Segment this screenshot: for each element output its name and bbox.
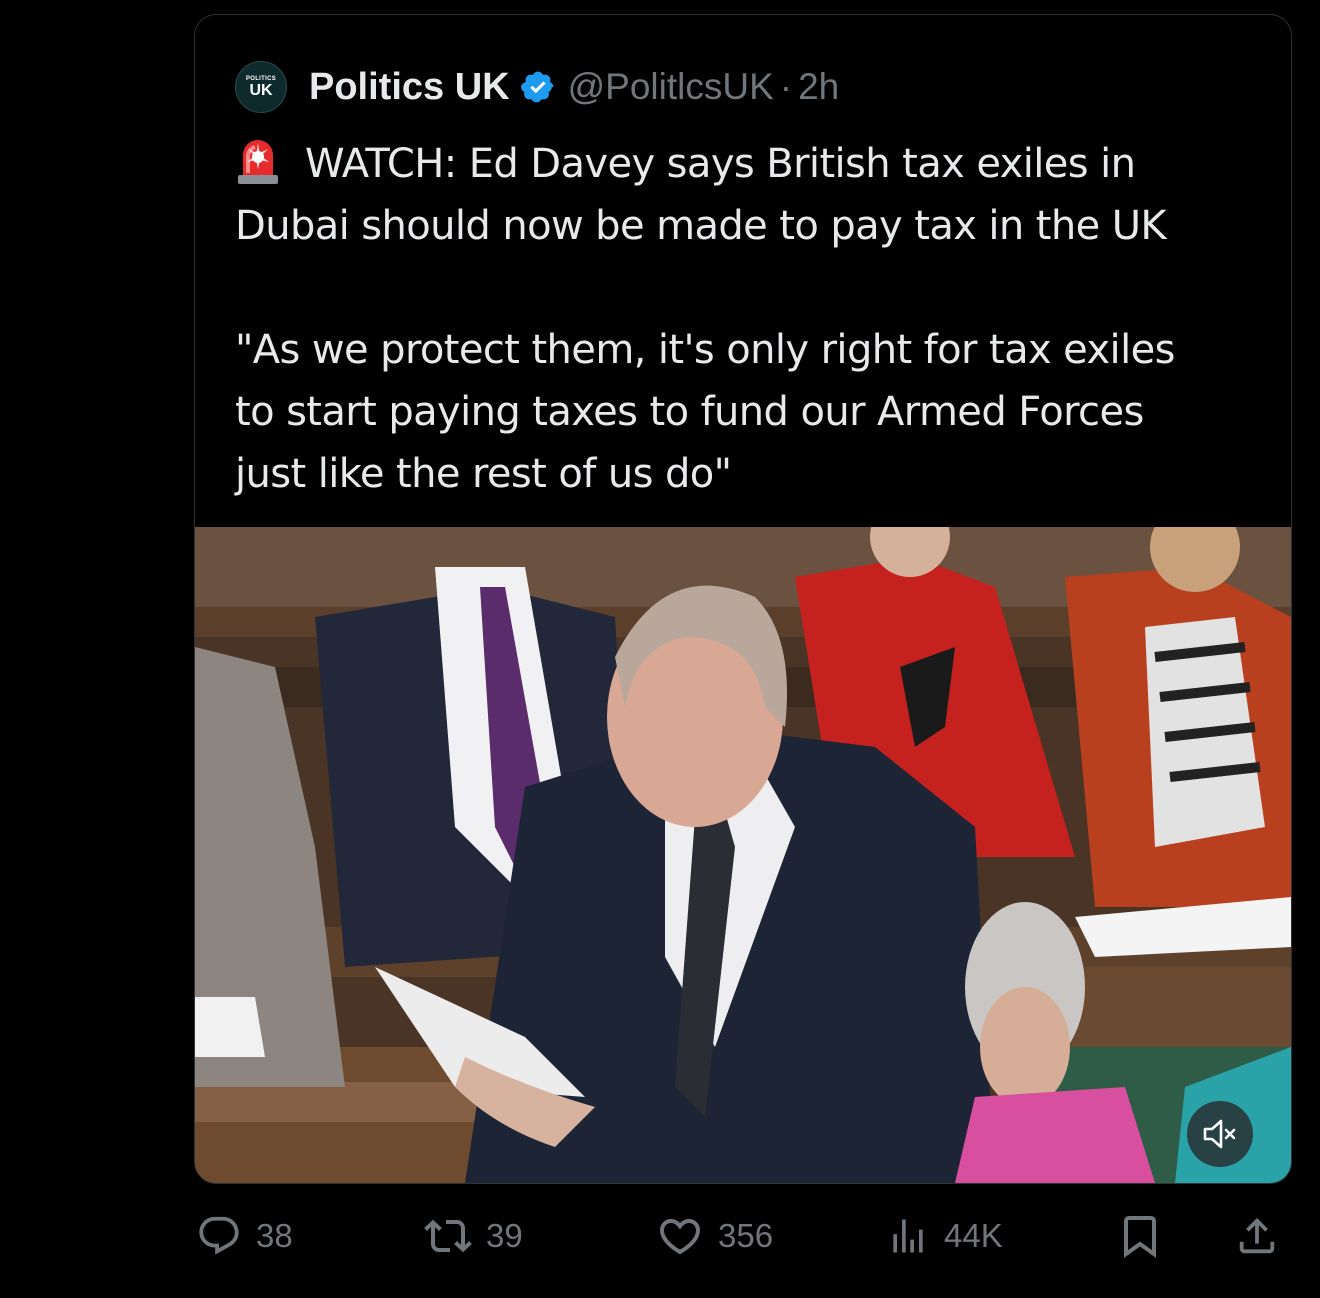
mute-toggle-button[interactable] bbox=[1187, 1101, 1253, 1167]
tweet-card[interactable]: POLITICS UK Politics UK @PolitlcsUK · 2h… bbox=[194, 14, 1292, 1184]
bookmark-icon bbox=[1124, 1216, 1156, 1258]
repost-icon bbox=[424, 1219, 472, 1253]
author-name[interactable]: Politics UK bbox=[309, 66, 510, 109]
views-count: 44K bbox=[944, 1217, 1003, 1254]
tweet-text: WATCH: Ed Davey says British tax exiles … bbox=[235, 133, 1265, 505]
verified-badge-icon bbox=[520, 69, 556, 105]
repost-button[interactable]: 39 bbox=[424, 1206, 523, 1266]
like-button[interactable]: 356 bbox=[656, 1206, 773, 1266]
video-player[interactable] bbox=[195, 527, 1291, 1183]
video-frame bbox=[195, 527, 1291, 1183]
tweet-header: POLITICS UK Politics UK @PolitlcsUK · 2h bbox=[235, 61, 839, 113]
tweet-time[interactable]: 2h bbox=[798, 66, 839, 108]
share-button[interactable] bbox=[1234, 1206, 1294, 1266]
repost-count: 39 bbox=[486, 1217, 523, 1254]
views-button[interactable]: 44K bbox=[886, 1206, 1003, 1266]
views-chart-icon bbox=[893, 1219, 923, 1253]
quote-line-2: to start paying taxes to fund our Armed … bbox=[235, 389, 1144, 435]
avatar-bottom-text: UK bbox=[249, 82, 273, 99]
quote-line-1: "As we protect them, it's only right for… bbox=[235, 327, 1175, 373]
reply-count: 38 bbox=[256, 1217, 293, 1254]
reply-button[interactable]: 38 bbox=[196, 1206, 293, 1266]
author-handle[interactable]: @PolitlcsUK bbox=[568, 66, 774, 108]
reply-icon bbox=[199, 1216, 239, 1255]
share-icon bbox=[1239, 1217, 1275, 1254]
tweet-actions: 38 39 356 44K bbox=[194, 1206, 1290, 1266]
separator-dot: · bbox=[779, 66, 793, 107]
avatar[interactable]: POLITICS UK bbox=[235, 61, 287, 113]
speaker-muted-icon bbox=[1203, 1119, 1236, 1149]
tweet-line-1: WATCH: Ed Davey says British tax exiles … bbox=[235, 133, 1265, 195]
bookmark-button[interactable] bbox=[1116, 1206, 1178, 1266]
like-count: 356 bbox=[718, 1217, 774, 1254]
headline-line-2: Dubai should now be made to pay tax in t… bbox=[235, 203, 1167, 249]
quote-line-3: just like the rest of us do" bbox=[235, 451, 732, 497]
police-light-icon bbox=[235, 135, 281, 185]
heart-icon bbox=[659, 1219, 701, 1255]
headline-line-1: WATCH: Ed Davey says British tax exiles … bbox=[305, 141, 1136, 187]
